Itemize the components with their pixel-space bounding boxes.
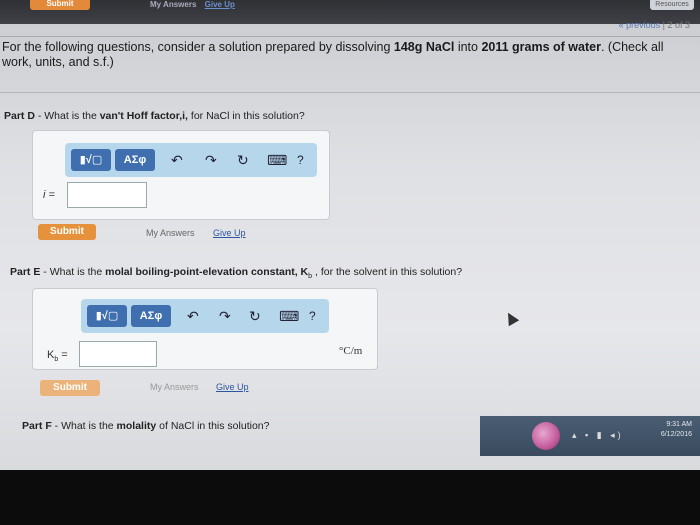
- part-e-give-up-link[interactable]: Give Up: [216, 382, 249, 392]
- pagination: « previous | 2 of 3: [618, 20, 690, 30]
- screen: Submit My Answers Give Up Resources « pr…: [0, 0, 700, 470]
- previous-link[interactable]: « previous: [619, 20, 661, 30]
- taskbar: ▴ ▪ ▮ ◂) 9:31 AM 6/12/2016: [480, 416, 700, 456]
- part-d-give-up-link[interactable]: Give Up: [213, 228, 246, 238]
- greek-button[interactable]: ΑΣφ: [131, 305, 171, 327]
- divider: [0, 36, 700, 37]
- van-t-hoff-input[interactable]: [67, 182, 147, 208]
- undo-icon[interactable]: ↶: [171, 151, 183, 169]
- part-e-question: Part E - What is the molal boiling-point…: [10, 266, 463, 281]
- top-bar: Submit My Answers Give Up Resources: [0, 0, 700, 24]
- help-icon[interactable]: ?: [297, 151, 304, 169]
- template-button[interactable]: ▮√▢: [71, 149, 111, 171]
- top-submit-button[interactable]: Submit: [30, 0, 90, 10]
- i-label: i =: [43, 189, 55, 201]
- part-f-question: Part F - What is the molality of NaCl in…: [22, 420, 270, 432]
- page-indicator: 2 of 3: [667, 20, 690, 30]
- part-d-answer-box: ▮√▢ ΑΣφ ↶ ↷ ↻ ⌨ ? i =: [32, 130, 330, 220]
- tray-icons: ▴ ▪ ▮ ◂): [572, 430, 624, 440]
- clock[interactable]: 9:31 AM 6/12/2016: [661, 420, 692, 440]
- greek-button[interactable]: ΑΣφ: [115, 149, 155, 171]
- mouse-cursor: [502, 309, 520, 327]
- template-button[interactable]: ▮√▢: [87, 305, 127, 327]
- part-e-my-answers-link[interactable]: My Answers: [150, 382, 199, 392]
- kb-input[interactable]: [79, 341, 157, 367]
- reset-icon[interactable]: ↻: [237, 151, 249, 169]
- math-toolbar: ▮√▢ ΑΣφ ↶ ↷ ↻ ⌨ ?: [65, 143, 317, 177]
- part-e-submit-button[interactable]: Submit: [40, 380, 100, 396]
- help-icon[interactable]: ?: [309, 307, 316, 325]
- part-d-my-answers-link[interactable]: My Answers: [146, 228, 195, 238]
- part-d-submit-button[interactable]: Submit: [38, 224, 96, 240]
- divider: [0, 92, 700, 93]
- top-give-up-link[interactable]: Give Up: [205, 0, 235, 9]
- keyboard-icon[interactable]: ⌨: [279, 307, 299, 325]
- reset-icon[interactable]: ↻: [249, 307, 261, 325]
- kb-label: Kb =: [47, 349, 68, 364]
- redo-icon[interactable]: ↷: [205, 151, 217, 169]
- unit-label: °C/m: [339, 345, 363, 357]
- intro-text: For the following questions, consider a …: [2, 40, 664, 69]
- keyboard-icon[interactable]: ⌨: [267, 151, 287, 169]
- monitor-bezel: [0, 470, 700, 525]
- part-d-question: Part D - What is the van't Hoff factor,i…: [4, 110, 305, 122]
- resources-tab[interactable]: Resources: [650, 0, 694, 10]
- top-links: My Answers Give Up: [150, 0, 235, 9]
- redo-icon[interactable]: ↷: [219, 307, 231, 325]
- top-my-answers-link[interactable]: My Answers: [150, 0, 196, 9]
- math-toolbar: ▮√▢ ΑΣφ ↶ ↷ ↻ ⌨ ?: [81, 299, 329, 333]
- part-e-answer-box: ▮√▢ ΑΣφ ↶ ↷ ↻ ⌨ ? Kb = °C/m: [32, 288, 378, 370]
- start-icon[interactable]: [532, 422, 560, 450]
- undo-icon[interactable]: ↶: [187, 307, 199, 325]
